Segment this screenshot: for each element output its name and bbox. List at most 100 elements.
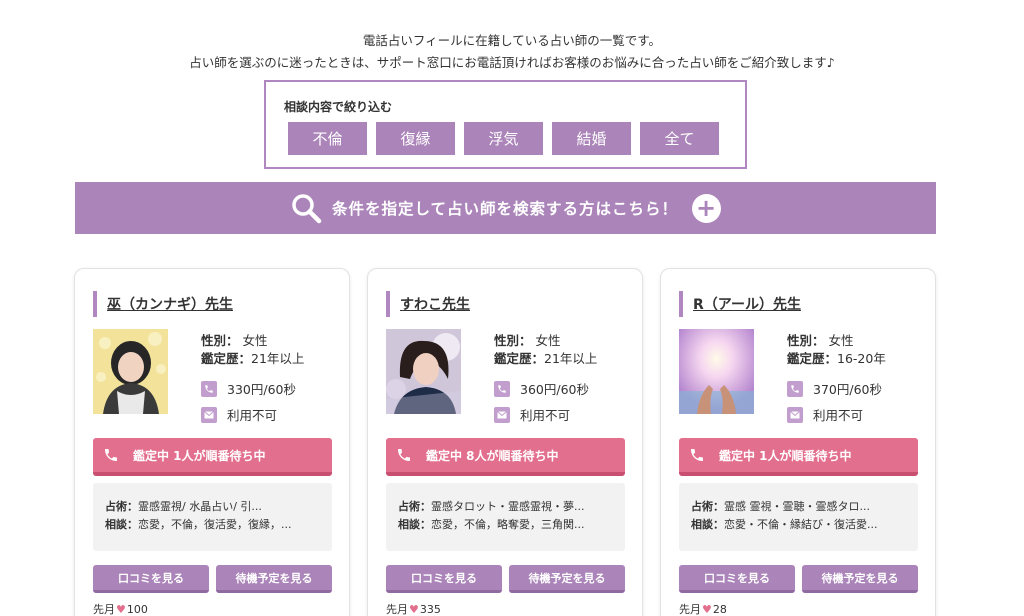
mail-icon bbox=[787, 406, 803, 423]
card-actions: 口コミを見る 待機予定を見る bbox=[93, 565, 332, 593]
skill-value: 霊感霊視/ 水晶占い/ 引... bbox=[138, 500, 262, 513]
consultation-filter-box: 相談内容で絞り込む 不倫 復縁 浮気 結婚 全て bbox=[264, 80, 747, 169]
likes-count: 335 bbox=[419, 602, 441, 616]
phone-icon bbox=[689, 447, 705, 463]
plus-icon: + bbox=[692, 193, 722, 223]
likes-prefix: 先月 bbox=[679, 603, 701, 616]
heart-icon: ♥ bbox=[116, 602, 126, 616]
skill-label: 占術： bbox=[398, 500, 431, 513]
phone-price: 330円/60秒 bbox=[201, 379, 296, 398]
status-badge[interactable]: 鑑定中 8人が順番待ち中 bbox=[386, 438, 625, 476]
mail-availability: 利用不可 bbox=[787, 405, 863, 424]
search-icon bbox=[290, 192, 322, 224]
gender-label: 性別： bbox=[201, 333, 239, 348]
price-value: 360円/60秒 bbox=[520, 382, 589, 397]
mail-value: 利用不可 bbox=[520, 408, 571, 423]
career-value: 21年以上 bbox=[251, 351, 305, 366]
gender-label: 性別： bbox=[787, 333, 825, 348]
mail-availability: 利用不可 bbox=[494, 405, 570, 424]
phone-icon bbox=[396, 447, 412, 463]
consult-value: 恋愛，不倫，略奪愛，三角関... bbox=[431, 518, 585, 531]
gender-value: 女性 bbox=[535, 333, 561, 348]
filter-title: 相談内容で絞り込む bbox=[284, 100, 393, 114]
profile-info: 性別： 女性 鑑定歴：21年以上 bbox=[201, 332, 304, 368]
intro-line-1: 電話占いフィールに在籍している占い師の一覧です。 bbox=[362, 33, 662, 48]
filter-button-affair[interactable]: 不倫 bbox=[288, 122, 367, 155]
phone-price: 360円/60秒 bbox=[494, 379, 589, 398]
consult-label: 相談： bbox=[691, 518, 724, 531]
fortune-teller-name[interactable]: すわこ先生 bbox=[386, 291, 470, 317]
mail-value: 利用不可 bbox=[813, 408, 864, 423]
likes-prefix: 先月 bbox=[386, 603, 408, 616]
gender-value: 女性 bbox=[828, 333, 854, 348]
monthly-likes: 先月 ♥ 100 bbox=[93, 601, 148, 616]
card-actions: 口コミを見る 待機予定を見る bbox=[679, 565, 918, 593]
consult-label: 相談： bbox=[398, 518, 431, 531]
career-label: 鑑定歴： bbox=[201, 351, 252, 366]
fortune-teller-card: R（アール）先生 性別： 女性 鑑定歴：16-20年 370円/60秒 利用不可… bbox=[660, 268, 936, 616]
phone-icon bbox=[103, 447, 119, 463]
likes-prefix: 先月 bbox=[93, 603, 115, 616]
view-reviews-button[interactable]: 口コミを見る bbox=[386, 565, 502, 593]
mail-availability: 利用不可 bbox=[201, 405, 277, 424]
mail-icon bbox=[494, 406, 510, 423]
gender-value: 女性 bbox=[242, 333, 268, 348]
likes-count: 100 bbox=[126, 602, 148, 616]
fortune-teller-card: 巫（カンナギ）先生 性別： 女性 鑑定歴：21年以上 330円/60秒 利用不可… bbox=[74, 268, 350, 616]
phone-icon bbox=[201, 380, 217, 397]
skill-label: 占術： bbox=[105, 500, 138, 513]
status-badge[interactable]: 鑑定中 1人が順番待ち中 bbox=[679, 438, 918, 476]
status-text: 鑑定中 1人が順番待ち中 bbox=[133, 448, 266, 463]
career-label: 鑑定歴： bbox=[787, 351, 838, 366]
intro-line-2: 占い師を選ぶのに迷ったときは、サポート窓口にお電話頂ければお客様のお悩みに合った… bbox=[189, 55, 835, 70]
phone-icon bbox=[494, 380, 510, 397]
gender-label: 性別： bbox=[494, 333, 532, 348]
price-value: 330円/60秒 bbox=[227, 382, 296, 397]
fortune-teller-name[interactable]: 巫（カンナギ）先生 bbox=[93, 291, 233, 317]
monthly-likes: 先月 ♥ 335 bbox=[386, 601, 441, 616]
price-value: 370円/60秒 bbox=[813, 382, 882, 397]
profile-info: 性別： 女性 鑑定歴：16-20年 bbox=[787, 332, 886, 368]
consult-value: 恋愛・不倫・縁結び・復活愛... bbox=[724, 518, 878, 531]
fortune-teller-photo[interactable] bbox=[93, 329, 168, 414]
profile-info: 性別： 女性 鑑定歴：21年以上 bbox=[494, 332, 597, 368]
monthly-likes: 先月 ♥ 28 bbox=[679, 601, 727, 616]
filter-button-reunion[interactable]: 復縁 bbox=[376, 122, 455, 155]
fortune-teller-name[interactable]: R（アール）先生 bbox=[679, 291, 801, 317]
status-badge[interactable]: 鑑定中 1人が順番待ち中 bbox=[93, 438, 332, 476]
view-reviews-button[interactable]: 口コミを見る bbox=[93, 565, 209, 593]
filter-button-all[interactable]: 全て bbox=[640, 122, 719, 155]
status-text: 鑑定中 8人が順番待ち中 bbox=[426, 448, 559, 463]
advanced-search-button[interactable]: 条件を指定して占い師を検索する方はこちら！ + bbox=[75, 182, 936, 234]
filter-button-marriage[interactable]: 結婚 bbox=[552, 122, 631, 155]
card-actions: 口コミを見る 待機予定を見る bbox=[386, 565, 625, 593]
career-value: 21年以上 bbox=[544, 351, 598, 366]
specialty-detail: 占術：霊感霊視/ 水晶占い/ 引... 相談：恋愛，不倫，復活愛，復縁，... bbox=[93, 483, 332, 551]
view-schedule-button[interactable]: 待機予定を見る bbox=[509, 565, 625, 593]
view-schedule-button[interactable]: 待機予定を見る bbox=[802, 565, 918, 593]
view-schedule-button[interactable]: 待機予定を見る bbox=[216, 565, 332, 593]
likes-count: 28 bbox=[712, 602, 727, 616]
phone-icon bbox=[787, 380, 803, 397]
advanced-search-label: 条件を指定して占い師を検索する方はこちら！ bbox=[331, 200, 679, 218]
mail-icon bbox=[201, 406, 217, 423]
filter-button-cheating[interactable]: 浮気 bbox=[464, 122, 543, 155]
view-reviews-button[interactable]: 口コミを見る bbox=[679, 565, 795, 593]
fortune-teller-photo[interactable] bbox=[386, 329, 461, 414]
phone-price: 370円/60秒 bbox=[787, 379, 882, 398]
consult-value: 恋愛，不倫，復活愛，復縁，... bbox=[138, 518, 292, 531]
status-text: 鑑定中 1人が順番待ち中 bbox=[719, 448, 852, 463]
specialty-detail: 占術：霊感タロット・霊感霊視・夢... 相談：恋愛，不倫，略奪愛，三角関... bbox=[386, 483, 625, 551]
skill-label: 占術： bbox=[691, 500, 724, 513]
career-value: 16-20年 bbox=[837, 351, 886, 366]
skill-value: 霊感 霊視・霊聴・霊感タロ... bbox=[724, 500, 870, 513]
intro-text: 電話占いフィールに在籍している占い師の一覧です。 占い師を選ぶのに迷ったときは、… bbox=[0, 30, 1024, 74]
heart-icon: ♥ bbox=[409, 602, 419, 616]
fortune-teller-card: すわこ先生 性別： 女性 鑑定歴：21年以上 360円/60秒 利用不可 鑑定中… bbox=[367, 268, 643, 616]
consult-label: 相談： bbox=[105, 518, 138, 531]
filter-buttons: 不倫 復縁 浮気 結婚 全て bbox=[288, 122, 719, 155]
heart-icon: ♥ bbox=[702, 602, 712, 616]
mail-value: 利用不可 bbox=[227, 408, 278, 423]
skill-value: 霊感タロット・霊感霊視・夢... bbox=[431, 500, 585, 513]
fortune-teller-photo[interactable] bbox=[679, 329, 754, 414]
